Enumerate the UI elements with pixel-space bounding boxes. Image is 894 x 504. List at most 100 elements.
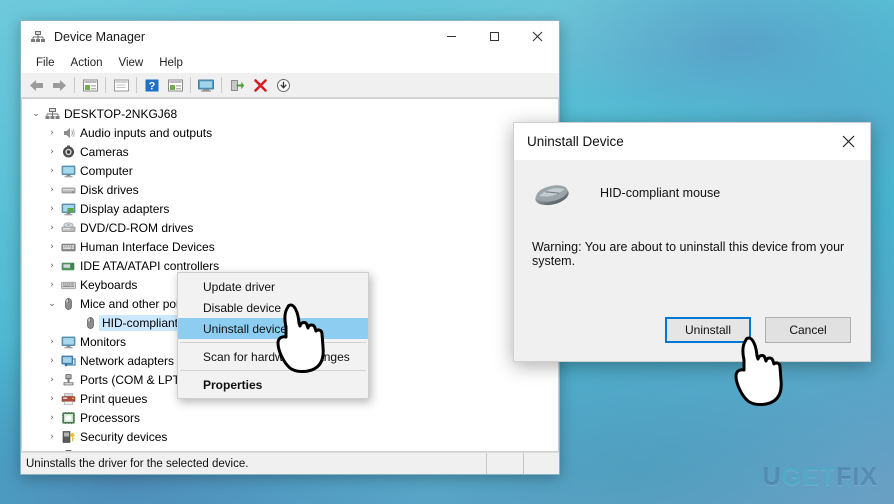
- hid-icon: [60, 240, 77, 254]
- disable-device-button[interactable]: [272, 75, 294, 96]
- maximize-icon: [490, 32, 499, 41]
- disable-device-icon: [276, 78, 290, 92]
- context-menu-item-properties[interactable]: Properties: [178, 374, 368, 395]
- context-menu-item-uninstall-device[interactable]: Uninstall device: [178, 318, 368, 339]
- menubar: File Action View Help: [21, 52, 559, 73]
- chevron-right-icon[interactable]: ›: [44, 280, 60, 290]
- watermark-prefix: U: [762, 463, 782, 491]
- back-button[interactable]: [25, 75, 47, 96]
- update-view-button[interactable]: [164, 75, 186, 96]
- processor-icon: [60, 411, 77, 425]
- dvd-drive-icon: [61, 221, 76, 232]
- chevron-right-icon[interactable]: ›: [44, 223, 60, 233]
- forward-arrow-icon: [52, 79, 66, 91]
- computer-tree-icon: [45, 107, 60, 119]
- chevron-right-icon[interactable]: ›: [44, 337, 60, 347]
- svg-text:?: ?: [149, 80, 156, 92]
- chevron-right-icon[interactable]: ›: [44, 375, 60, 385]
- chevron-down-icon[interactable]: ⌄: [44, 299, 60, 309]
- device-tree-row[interactable]: ⌄ DESKTOP-2NKGJ68: [22, 104, 558, 123]
- device-tree-row[interactable]: › Audio inputs and outputs: [22, 123, 558, 142]
- dialog-device-row: HID-compliant mouse: [532, 178, 852, 208]
- disk-drive-icon: [61, 187, 76, 193]
- chevron-right-icon[interactable]: ›: [44, 394, 60, 404]
- chevron-right-icon[interactable]: ›: [44, 413, 60, 423]
- printer-icon: [60, 392, 77, 406]
- dialog-title: Uninstall Device: [527, 134, 624, 149]
- monitor-icon: [61, 165, 76, 177]
- device-tree-row[interactable]: › Computer: [22, 161, 558, 180]
- context-menu-item-update-driver[interactable]: Update driver: [178, 276, 368, 297]
- menu-view[interactable]: View: [111, 55, 152, 71]
- dialog-close-button[interactable]: [826, 123, 870, 160]
- speaker-icon: [60, 126, 77, 140]
- ugetfix-watermark: UGETFIX: [763, 463, 878, 492]
- back-arrow-icon: [29, 79, 43, 91]
- device-tree-label: Disk drives: [80, 182, 139, 197]
- close-button[interactable]: [516, 21, 559, 52]
- chevron-right-icon[interactable]: ›: [44, 204, 60, 214]
- device-tree-label: Cameras: [80, 144, 129, 159]
- chevron-right-icon[interactable]: ›: [44, 166, 60, 176]
- device-tree-row[interactable]: › DVD/CD-ROM drives: [22, 218, 558, 237]
- show-hidden-devices-button[interactable]: [79, 75, 101, 96]
- uninstall-device-icon: [253, 78, 267, 92]
- device-tree-label: Print queues: [80, 391, 148, 406]
- close-icon: [842, 135, 854, 148]
- cancel-button[interactable]: Cancel: [765, 317, 851, 343]
- update-view-icon: [167, 79, 183, 91]
- keyboard-icon: [61, 281, 76, 289]
- network-adapter-icon: [61, 355, 76, 366]
- mouse-icon: [60, 297, 77, 311]
- minimize-button[interactable]: [430, 21, 473, 52]
- ide-controller-icon: [60, 259, 77, 273]
- dialog-titlebar[interactable]: Uninstall Device: [514, 123, 870, 160]
- show-hidden-devices-icon: [82, 79, 98, 91]
- chevron-right-icon[interactable]: ›: [44, 356, 60, 366]
- chevron-right-icon[interactable]: ›: [44, 432, 60, 442]
- mouse-3d-icon: [535, 185, 569, 206]
- maximize-button[interactable]: [473, 21, 516, 52]
- device-tree-label: Display adapters: [80, 201, 170, 216]
- scan-for-hardware-changes-button[interactable]: [195, 75, 217, 96]
- chevron-down-icon[interactable]: ⌄: [28, 109, 44, 119]
- device-tree-row[interactable]: › Cameras: [22, 142, 558, 161]
- device-tree-label: DESKTOP-2NKGJ68: [64, 106, 178, 121]
- device-tree-row[interactable]: › Processors: [22, 408, 558, 427]
- chevron-right-icon[interactable]: ›: [44, 242, 60, 252]
- monitor-icon: [61, 336, 76, 348]
- uninstall-confirm-button[interactable]: Uninstall: [665, 317, 751, 343]
- toolbar-separator: [74, 77, 75, 93]
- context-menu-item-scan-for-hardware-changes[interactable]: Scan for hardware changes: [178, 346, 368, 367]
- chevron-right-icon[interactable]: ›: [44, 128, 60, 138]
- display-adapter-icon: [61, 203, 76, 215]
- device-manager-titlebar[interactable]: Device Manager: [21, 21, 559, 52]
- help-button[interactable]: ?: [141, 75, 163, 96]
- context-menu-item-disable-device[interactable]: Disable device: [178, 297, 368, 318]
- dialog-footer: Uninstall Cancel: [514, 299, 870, 361]
- menu-help[interactable]: Help: [151, 55, 191, 71]
- monitor-icon: [60, 164, 77, 178]
- device-tree-row[interactable]: › Display adapters: [22, 199, 558, 218]
- chevron-right-icon[interactable]: ›: [44, 261, 60, 271]
- context-menu-separator: [180, 342, 366, 343]
- menu-action[interactable]: Action: [63, 55, 111, 71]
- device-tree-label: Software devices: [77, 448, 174, 452]
- update-driver-icon: [230, 79, 244, 91]
- forward-button[interactable]: [48, 75, 70, 96]
- chevron-right-icon[interactable]: ›: [44, 147, 60, 157]
- properties-button[interactable]: [110, 75, 132, 96]
- update-driver-button[interactable]: [226, 75, 248, 96]
- chevron-right-icon[interactable]: ›: [44, 185, 60, 195]
- device-tree-row[interactable]: › Disk drives: [22, 180, 558, 199]
- menu-file[interactable]: File: [28, 55, 63, 71]
- device-tree-row[interactable]: › Human Interface Devices: [22, 237, 558, 256]
- device-tree-row[interactable]: › Software devices: [22, 446, 558, 452]
- uninstall-device-button[interactable]: [249, 75, 271, 96]
- security-device-icon: [62, 430, 75, 443]
- chevron-right-icon[interactable]: ›: [44, 451, 60, 452]
- statusbar: Uninstalls the driver for the selected d…: [21, 452, 559, 474]
- uninstall-device-dialog: Uninstall Device HID-compliant mouse War…: [513, 122, 871, 362]
- device-tree-row[interactable]: › Security devices: [22, 427, 558, 446]
- device-manager-window: Device Manager File Action View Help ? ⌄…: [20, 20, 560, 475]
